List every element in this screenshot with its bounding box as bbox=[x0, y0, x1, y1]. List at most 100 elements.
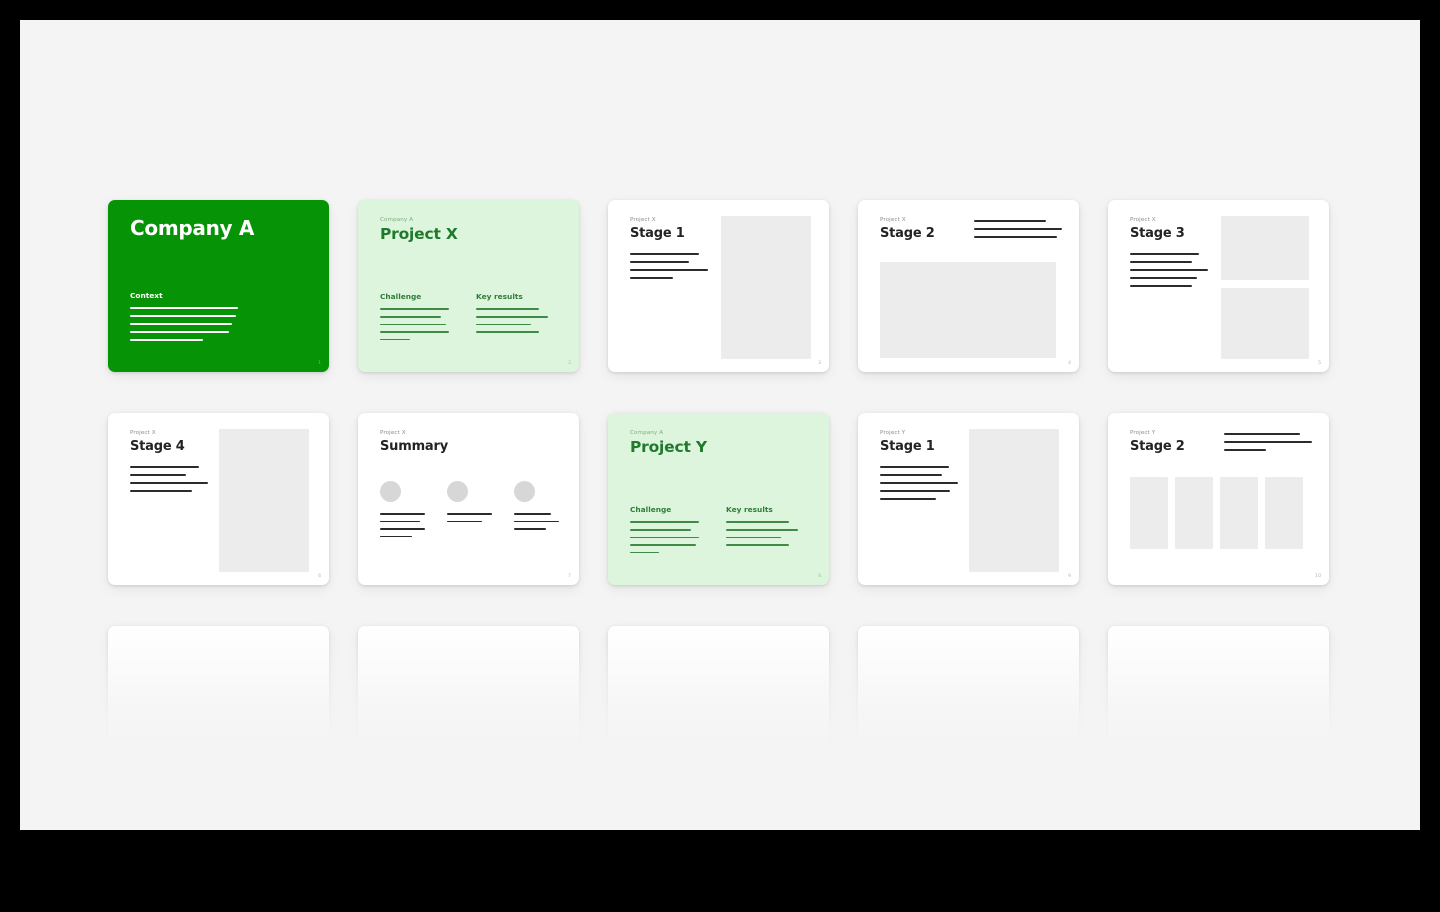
chart-column bbox=[1220, 477, 1258, 549]
slide-7-column-3 bbox=[514, 481, 559, 537]
text-line bbox=[726, 536, 781, 539]
text-line bbox=[726, 544, 790, 546]
slide-3-content: Project X Stage 1 bbox=[630, 216, 811, 359]
slide-thumbnail-3[interactable]: Project X Stage 1 3 bbox=[608, 200, 829, 372]
text-line bbox=[726, 529, 798, 531]
text-line bbox=[380, 316, 441, 318]
slide-2-content: Company A Project X Challenge Key result… bbox=[380, 217, 561, 358]
slide-8-key-results-lines bbox=[726, 521, 798, 546]
text-line bbox=[1130, 261, 1193, 263]
slide-7-column-1-lines bbox=[380, 513, 425, 538]
text-line bbox=[1130, 269, 1208, 271]
text-line bbox=[630, 536, 699, 539]
text-line bbox=[130, 323, 232, 325]
text-line bbox=[630, 277, 673, 279]
slide-number: 9 bbox=[1068, 574, 1071, 580]
slide-8-content: Company A Project Y Challenge Key result… bbox=[630, 430, 811, 571]
text-line bbox=[130, 331, 230, 333]
text-line bbox=[130, 490, 193, 492]
slide-thumbnail-5[interactable]: Project X Stage 3 5 bbox=[1108, 200, 1329, 372]
slide-thumbnail-10[interactable]: Project Y Stage 2 10 bbox=[1108, 413, 1329, 585]
slide-number: 6 bbox=[318, 574, 321, 580]
slide-10-content: Project Y Stage 2 bbox=[1130, 430, 1312, 571]
slide-2-key-results-heading: Key results bbox=[476, 292, 523, 301]
text-line bbox=[1130, 253, 1199, 255]
slide-thumbnail-7[interactable]: Project X Summary 7 bbox=[358, 413, 579, 585]
text-line bbox=[476, 323, 531, 326]
slide-8-challenge-lines bbox=[630, 521, 699, 554]
slide-9-image-placeholder bbox=[969, 429, 1059, 572]
slide-thumbnail-9[interactable]: Project Y Stage 1 9 bbox=[858, 413, 1079, 585]
text-line bbox=[514, 528, 547, 530]
text-line bbox=[380, 308, 449, 310]
text-line bbox=[514, 513, 551, 515]
slide-8-column-challenge: Challenge bbox=[630, 506, 699, 554]
slide-10-header-lines bbox=[1224, 433, 1312, 451]
slide-8-column-key-results: Key results bbox=[726, 506, 798, 553]
slide-8-title: Project Y bbox=[630, 438, 707, 457]
slide-7-content: Project X Summary bbox=[380, 430, 561, 571]
slide-5-body-lines bbox=[1130, 253, 1208, 288]
slide-2-eyebrow: Company A bbox=[380, 217, 414, 223]
text-line bbox=[380, 520, 420, 523]
text-line bbox=[130, 474, 187, 476]
slide-number: 3 bbox=[818, 361, 821, 367]
text-line bbox=[514, 520, 559, 523]
text-line bbox=[630, 551, 659, 554]
slide-7-column-1 bbox=[380, 481, 425, 538]
slide-thumbnail-1[interactable]: Company A Context 1 bbox=[108, 200, 329, 372]
slide-2-column-challenge: Challenge bbox=[380, 292, 449, 341]
chart-column bbox=[1130, 477, 1168, 549]
text-line bbox=[380, 331, 449, 333]
slide-grid: Company A Context 1 Company A Project X … bbox=[108, 200, 1329, 798]
slide-2-challenge-heading: Challenge bbox=[380, 292, 422, 301]
slide-5-content: Project X Stage 3 bbox=[1130, 216, 1311, 359]
slide-7-column-3-lines bbox=[514, 513, 559, 530]
text-line bbox=[1224, 433, 1300, 435]
slide-4-image-placeholder bbox=[880, 262, 1056, 358]
slide-6-body-lines bbox=[130, 466, 208, 492]
text-line bbox=[630, 521, 699, 523]
slide-thumbnail-6[interactable]: Project X Stage 4 6 bbox=[108, 413, 329, 585]
slide-1-section-heading: Context bbox=[130, 291, 163, 300]
slide-thumbnail-12[interactable] bbox=[358, 626, 579, 798]
text-line bbox=[630, 261, 690, 263]
text-line bbox=[726, 521, 790, 523]
text-line bbox=[380, 323, 447, 326]
slide-number: 7 bbox=[568, 574, 571, 580]
text-line bbox=[630, 269, 708, 271]
text-line bbox=[974, 236, 1057, 238]
slide-7-column-2-lines bbox=[447, 513, 492, 523]
slide-thumbnail-14[interactable] bbox=[858, 626, 1079, 798]
slide-3-image-placeholder bbox=[721, 216, 811, 359]
slide-thumbnail-2[interactable]: Company A Project X Challenge Key result… bbox=[358, 200, 579, 372]
text-line bbox=[1224, 441, 1312, 443]
slide-10-column-chart bbox=[1130, 477, 1303, 549]
slide-9-body-lines bbox=[880, 466, 958, 501]
slide-8-key-results-heading: Key results bbox=[726, 505, 773, 514]
slide-thumbnail-4[interactable]: Project X Stage 2 4 bbox=[858, 200, 1079, 372]
text-line bbox=[447, 513, 492, 515]
slide-thumbnail-13[interactable] bbox=[608, 626, 829, 798]
chart-column bbox=[1175, 477, 1213, 549]
slide-1-title: Company A bbox=[130, 216, 255, 240]
slide-2-key-results-lines bbox=[476, 308, 548, 333]
text-line bbox=[130, 339, 204, 341]
slide-4-content: Project X Stage 2 bbox=[880, 217, 1062, 358]
slide-3-body-lines bbox=[630, 253, 708, 279]
slide-7-column-2 bbox=[447, 481, 492, 537]
slide-8-eyebrow: Company A bbox=[630, 430, 664, 436]
slide-number: 10 bbox=[1315, 574, 1321, 580]
slide-deck-grid: Company A Context 1 Company A Project X … bbox=[20, 20, 1420, 830]
text-line bbox=[880, 482, 958, 484]
slide-thumbnail-15[interactable] bbox=[1108, 626, 1329, 798]
slide-5-image-placeholder-bottom bbox=[1221, 288, 1309, 359]
slide-number: 2 bbox=[568, 361, 571, 367]
avatar-circle bbox=[380, 481, 401, 502]
slide-number: 4 bbox=[1068, 361, 1071, 367]
text-line bbox=[880, 490, 951, 492]
text-line bbox=[380, 513, 425, 515]
slide-thumbnail-11[interactable] bbox=[108, 626, 329, 798]
text-line bbox=[447, 520, 483, 523]
slide-thumbnail-8[interactable]: Company A Project Y Challenge Key result… bbox=[608, 413, 829, 585]
